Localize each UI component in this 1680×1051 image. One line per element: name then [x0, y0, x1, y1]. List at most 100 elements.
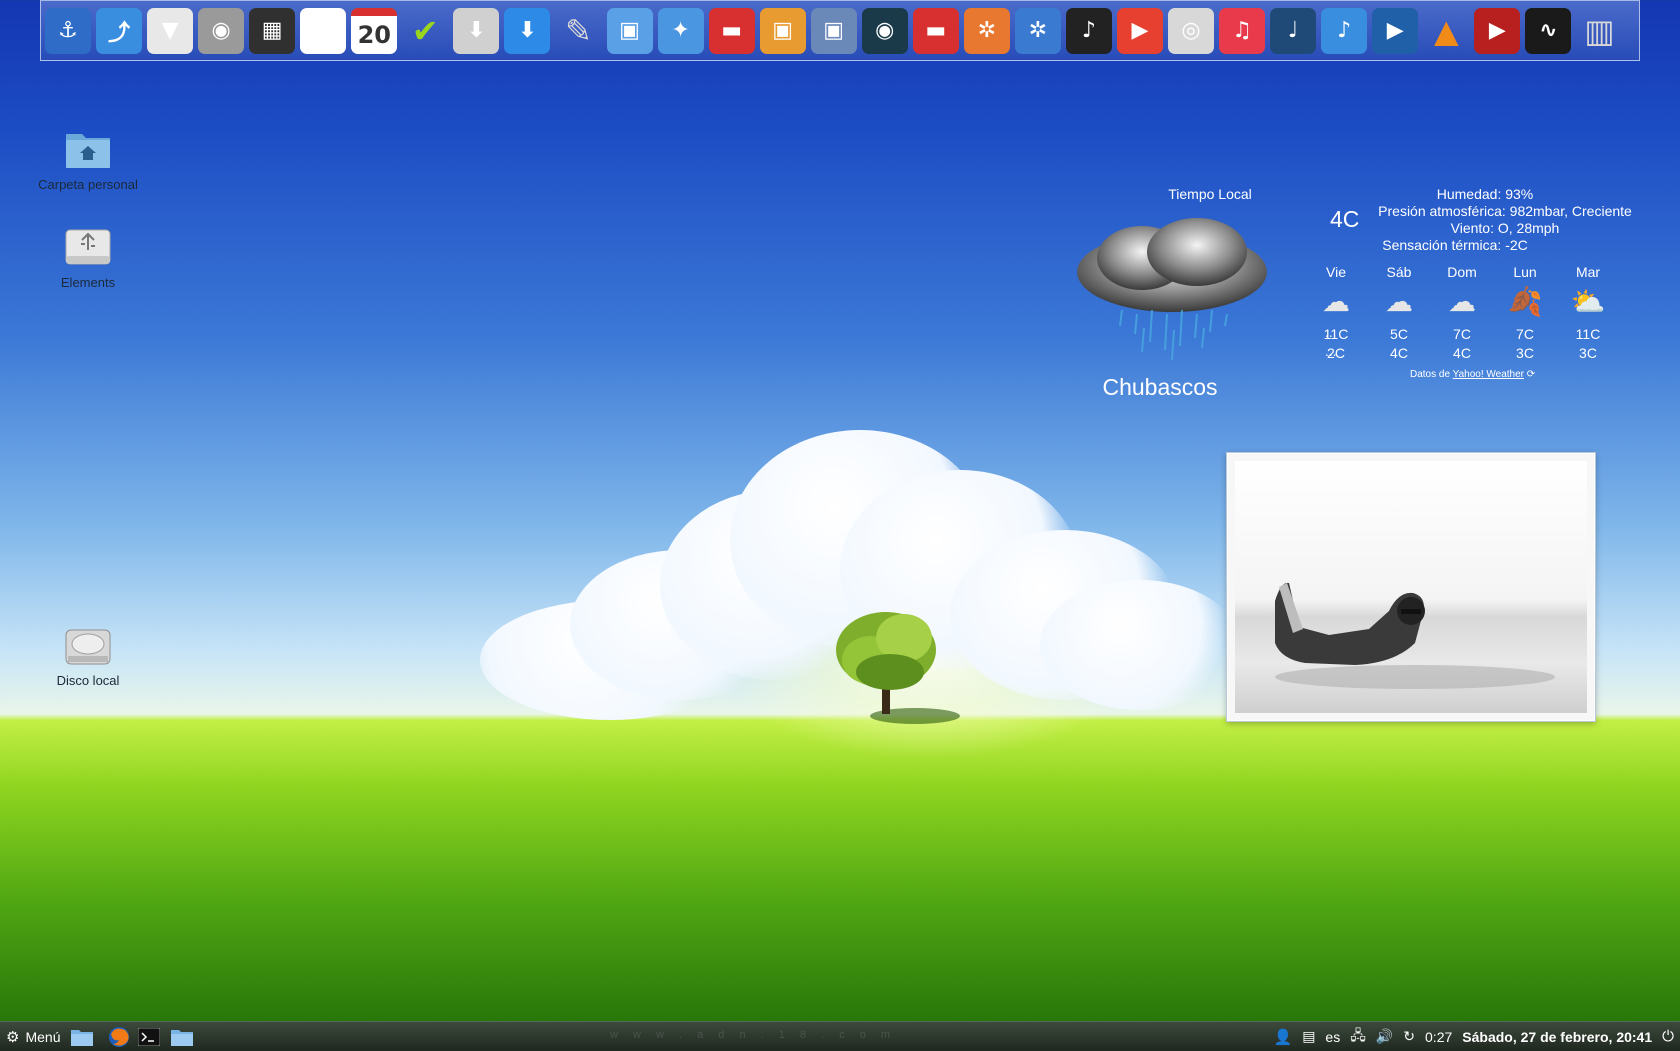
high-row-dots: ...: [1325, 326, 1337, 340]
music-note-icon[interactable]: ♪: [1321, 7, 1368, 54]
installer-icon[interactable]: ⬇: [453, 7, 500, 54]
clock[interactable]: Sábado, 27 de febrero, 20:41: [1462, 1029, 1652, 1045]
bottom-panel: ⚙ Menú w w w . a d n . 1 8 . c o m 👤 ▤ e…: [0, 1021, 1680, 1051]
hard-disk-icon: [65, 629, 111, 665]
dock-glyph: ♪: [1081, 18, 1096, 43]
dock-glyph: ▼: [161, 18, 179, 43]
yahoo-weather-link[interactable]: Yahoo! Weather: [1453, 369, 1524, 380]
menu-button[interactable]: ⚙ Menú: [6, 1022, 60, 1051]
dock-glyph: ✲: [1028, 18, 1048, 43]
dock-glyph: ◉: [875, 18, 895, 43]
cd-burner-icon[interactable]: ◎: [1168, 7, 1215, 54]
dock-glyph: ▶: [1488, 18, 1506, 43]
dock-glyph: ✦: [671, 18, 690, 43]
forecast-high: 5C: [1390, 326, 1408, 342]
dock-glyph: ✎: [565, 11, 592, 50]
dock-glyph: ▣: [772, 18, 794, 43]
refresh-icon[interactable]: ⟳: [1527, 369, 1535, 380]
terminal-icon: [138, 1027, 161, 1046]
photo-editor-icon[interactable]: ▬: [912, 7, 959, 54]
keyboard-layout[interactable]: es: [1325, 1029, 1340, 1045]
dock-glyph: ◍: [313, 18, 333, 43]
dock-glyph: ▦: [261, 18, 283, 43]
desktop-icon-local-disk[interactable]: Disco local: [23, 628, 153, 688]
dock-glyph: ⚓: [58, 18, 78, 43]
camera-icon[interactable]: ◉: [198, 7, 245, 54]
calculator-icon[interactable]: ▦: [249, 7, 296, 54]
desktop-icon-label: Carpeta personal: [38, 177, 138, 192]
gear-icon: ⚙: [6, 1028, 20, 1046]
forecast-day: Mar: [1575, 264, 1601, 280]
user-icon[interactable]: 👤: [1274, 1028, 1293, 1046]
network-icon[interactable]: 🖧: [1350, 1025, 1366, 1049]
image-tool-icon[interactable]: ✲: [1014, 7, 1061, 54]
wallpaper-tree: [836, 612, 960, 724]
desktop-icon-label: Disco local: [56, 673, 120, 688]
checkmark-icon[interactable]: ✔: [402, 8, 448, 54]
usb-drive-icon: [65, 229, 111, 265]
forecast-day: Vie: [1326, 264, 1346, 280]
audio-app-icon[interactable]: ♩: [1270, 7, 1317, 54]
notifications-icon[interactable]: ▤: [1302, 1028, 1315, 1045]
credit-prefix: Datos de: [1410, 369, 1451, 380]
launch-firefox-button[interactable]: [108, 1022, 130, 1051]
system-monitor-icon[interactable]: ∿: [1525, 7, 1572, 54]
image-settings-icon[interactable]: ✲: [963, 7, 1010, 54]
forecast-low: 3C: [1516, 345, 1534, 361]
forecast-day: Dom: [1447, 264, 1477, 280]
dock-glyph: ✔: [411, 11, 439, 50]
photo-manager-icon[interactable]: ▣: [810, 7, 857, 54]
photo-frame-widget[interactable]: [1226, 452, 1596, 722]
cloud-icon: ☁: [1385, 286, 1413, 317]
video-player-icon[interactable]: ▶: [1116, 7, 1163, 54]
paint-brush-icon[interactable]: ✎: [555, 8, 601, 54]
current-temperature: 4C: [1330, 206, 1360, 232]
power-icon[interactable]: ⏻: [1662, 1028, 1674, 1045]
firefox-icon: [109, 1026, 130, 1047]
dock-glyph: ∿: [1539, 18, 1558, 43]
color-picker-icon[interactable]: ◍: [300, 7, 347, 54]
forecast-high: 11C: [1575, 326, 1601, 342]
launch-terminal-button[interactable]: [138, 1022, 161, 1051]
battery-time[interactable]: 0:27: [1425, 1029, 1452, 1045]
partly-sunny-icon: ⛅: [1570, 286, 1606, 317]
film-strip-icon[interactable]: ▶: [1474, 7, 1521, 54]
dock-glyph: ♩: [1287, 18, 1299, 43]
trash-icon[interactable]: ▥: [1576, 8, 1622, 54]
dock-glyph: ⬇: [467, 18, 486, 43]
desktop-icon-home-folder[interactable]: Carpeta personal: [23, 128, 153, 192]
launch-files-button[interactable]: [70, 1022, 94, 1051]
dock-glyph: ▣: [619, 18, 640, 43]
calendar-icon[interactable]: 20: [351, 7, 398, 54]
download-icon[interactable]: ⬇: [504, 7, 551, 54]
photo-viewer-icon[interactable]: ▣: [606, 7, 653, 54]
anchor-icon[interactable]: ⚓: [45, 7, 91, 54]
weather-credit: Datos de Yahoo! Weather ⟳: [1410, 369, 1535, 380]
weather-condition: Chubascos: [1102, 374, 1218, 400]
top-dock: ⚓ ⤴ ▼ ◉ ▦ ◍ 20 ✔ ⬇ ⬇ ✎ ▣ ✦ ▬ ▣ ▣ ◉ ▬ ✲ ✲ ♪ ▶ ◎ ♫ ♩ ♪ ▶ ▲ ▶ ∿ ▥: [40, 0, 1640, 61]
image-gallery-icon[interactable]: ▣: [759, 7, 806, 54]
forecast-low: 3C: [1579, 345, 1597, 361]
launch-folder-button[interactable]: [170, 1022, 194, 1051]
pressure-text: Presión atmosférica: 982mbar, Creciente: [1378, 203, 1632, 219]
vlc-icon[interactable]: ▲: [1423, 8, 1469, 54]
itunes-icon[interactable]: ♫: [1219, 7, 1266, 54]
desktop-icon-label: Elements: [60, 275, 116, 290]
dock-glyph: ◉: [211, 18, 231, 43]
dock-glyph: ⤴: [108, 20, 131, 46]
desktop-icon-elements[interactable]: Elements: [23, 228, 153, 290]
volume-icon[interactable]: 🔊: [1376, 1028, 1393, 1045]
forecast-high: 7C: [1453, 326, 1471, 342]
wallpaper-icon[interactable]: ▬: [708, 7, 755, 54]
battery-icon[interactable]: ↻: [1403, 1028, 1415, 1045]
dolphin-file-manager-icon[interactable]: ⤴: [96, 7, 143, 54]
rain-cloud-icon: [1077, 218, 1267, 361]
dock-glyph: ✲: [977, 18, 997, 43]
screensaver-icon[interactable]: ✦: [657, 7, 704, 54]
photo-image: [1235, 461, 1587, 713]
eye-icon[interactable]: ◉: [861, 7, 908, 54]
tie-icon[interactable]: ▼: [147, 7, 194, 54]
feels-like-text: Sensación térmica: -2C: [1382, 237, 1528, 253]
music-player-icon[interactable]: ♪: [1065, 7, 1112, 54]
media-play-icon[interactable]: ▶: [1372, 7, 1419, 54]
